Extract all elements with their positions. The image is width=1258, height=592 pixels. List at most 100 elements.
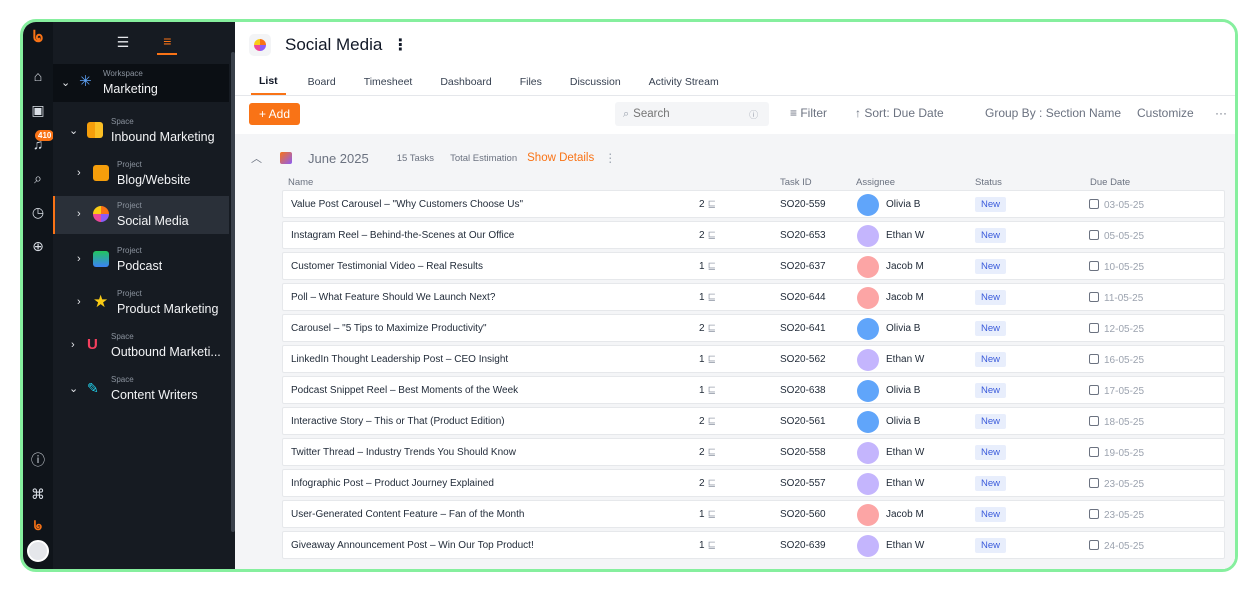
sidebar-item-workspace[interactable]: ⌄ ✳ Workspace Marketing	[53, 64, 229, 102]
status-badge[interactable]: New	[975, 445, 1007, 460]
tab-discussion[interactable]: Discussion	[570, 76, 621, 95]
add-circle-icon[interactable]: ⊕	[28, 236, 48, 256]
due-date[interactable]: 19-05-25	[1089, 447, 1144, 459]
task-name[interactable]: Interactive Story – This or That (Produc…	[291, 416, 505, 427]
col-due-date[interactable]: Due Date	[1090, 177, 1130, 188]
tab-timesheet[interactable]: Timesheet	[364, 76, 413, 95]
sidebar-item-product-marketing[interactable]: › ★ Project Product Marketing	[53, 284, 229, 322]
more-options-icon[interactable]: ⋮	[392, 35, 408, 55]
command-icon[interactable]: ⌘	[28, 484, 48, 504]
due-date[interactable]: 23-05-25	[1089, 478, 1144, 490]
task-name[interactable]: Giveaway Announcement Post – Win Our Top…	[291, 540, 534, 551]
due-date[interactable]: 18-05-25	[1089, 416, 1144, 428]
tab-list[interactable]: List	[251, 75, 286, 95]
task-name[interactable]: Instagram Reel – Behind-the-Scenes at Ou…	[291, 230, 514, 241]
task-name[interactable]: Customer Testimonial Video – Real Result…	[291, 261, 483, 272]
task-name[interactable]: Podcast Snippet Reel – Best Moments of t…	[291, 385, 518, 396]
due-date[interactable]: 12-05-25	[1089, 323, 1144, 335]
status-badge[interactable]: New	[975, 290, 1007, 305]
chevron-right-icon[interactable]: ›	[77, 167, 81, 179]
table-row[interactable]: Value Post Carousel – "Why Customers Cho…	[282, 190, 1225, 218]
due-date[interactable]: 17-05-25	[1089, 385, 1144, 397]
due-date[interactable]: 03-05-25	[1089, 199, 1144, 211]
table-row[interactable]: LinkedIn Thought Leadership Post – CEO I…	[282, 345, 1225, 373]
tab-board[interactable]: Board	[308, 76, 336, 95]
table-row[interactable]: Carousel – "5 Tips to Maximize Productiv…	[282, 314, 1225, 342]
table-row[interactable]: Interactive Story – This or That (Produc…	[282, 407, 1225, 435]
task-name[interactable]: Infographic Post – Product Journey Expla…	[291, 478, 494, 489]
table-row[interactable]: Twitter Thread – Industry Trends You Sho…	[282, 438, 1225, 466]
sidebar-item-content-writers[interactable]: ⌄ ✎ Space Content Writers	[53, 370, 229, 408]
due-date[interactable]: 24-05-25	[1089, 540, 1144, 552]
sidebar-item-blog-website[interactable]: › Project Blog/Website	[53, 155, 229, 193]
due-date[interactable]: 16-05-25	[1089, 354, 1144, 366]
sidebar-item-outbound-marketing[interactable]: › U Space Outbound Marketi...	[53, 327, 229, 365]
status-badge[interactable]: New	[975, 476, 1007, 491]
col-status[interactable]: Status	[975, 177, 1002, 188]
chevron-right-icon[interactable]: ›	[77, 253, 81, 265]
help-icon[interactable]: ⓘ	[28, 450, 48, 470]
user-avatar[interactable]	[27, 540, 49, 562]
assignee-avatar[interactable]	[857, 349, 879, 371]
status-badge[interactable]: New	[975, 507, 1007, 522]
chevron-down-icon[interactable]: ⌄	[61, 76, 70, 89]
home-icon[interactable]: ⌂	[28, 66, 48, 86]
table-row[interactable]: User-Generated Content Feature – Fan of …	[282, 500, 1225, 528]
status-badge[interactable]: New	[975, 197, 1007, 212]
status-badge[interactable]: New	[975, 352, 1007, 367]
table-row[interactable]: Giveaway Announcement Post – Win Our Top…	[282, 531, 1225, 559]
customize-button[interactable]: Customize	[1137, 106, 1194, 120]
status-badge[interactable]: New	[975, 259, 1007, 274]
status-badge[interactable]: New	[975, 414, 1007, 429]
status-badge[interactable]: New	[975, 321, 1007, 336]
table-row[interactable]: Podcast Snippet Reel – Best Moments of t…	[282, 376, 1225, 404]
info-icon[interactable]: ⓘ	[749, 108, 758, 121]
search-icon[interactable]: ⌕	[28, 168, 48, 188]
tab-dashboard[interactable]: Dashboard	[440, 76, 491, 95]
col-task-id[interactable]: Task ID	[780, 177, 812, 188]
assignee-avatar[interactable]	[857, 194, 879, 216]
tab-files[interactable]: Files	[520, 76, 542, 95]
task-name[interactable]: Value Post Carousel – "Why Customers Cho…	[291, 199, 523, 210]
more-horizontal-icon[interactable]: ···	[1215, 106, 1227, 120]
status-badge[interactable]: New	[975, 228, 1007, 243]
assignee-avatar[interactable]	[857, 535, 879, 557]
chevron-right-icon[interactable]: ›	[71, 339, 75, 351]
assignee-avatar[interactable]	[857, 256, 879, 278]
add-button[interactable]: + Add	[249, 103, 301, 125]
assignee-avatar[interactable]	[857, 411, 879, 433]
assignee-avatar[interactable]	[857, 442, 879, 464]
assignee-avatar[interactable]	[857, 504, 879, 526]
task-name[interactable]: User-Generated Content Feature – Fan of …	[291, 509, 524, 520]
due-date[interactable]: 11-05-25	[1089, 292, 1143, 304]
chevron-down-icon[interactable]: ⌄	[69, 382, 78, 395]
chevron-right-icon[interactable]: ›	[77, 208, 81, 220]
table-row[interactable]: Infographic Post – Product Journey Expla…	[282, 469, 1225, 497]
task-name[interactable]: Poll – What Feature Should We Launch Nex…	[291, 292, 495, 303]
app-logo-icon[interactable]: ᖚ	[28, 28, 48, 48]
task-name[interactable]: LinkedIn Thought Leadership Post – CEO I…	[291, 354, 508, 365]
status-badge[interactable]: New	[975, 538, 1007, 553]
tab-activity-stream[interactable]: Activity Stream	[649, 76, 719, 95]
tree-view-icon[interactable]: ≡	[157, 29, 178, 55]
due-date[interactable]: 05-05-25	[1089, 230, 1144, 242]
table-row[interactable]: Instagram Reel – Behind-the-Scenes at Ou…	[282, 221, 1225, 249]
status-badge[interactable]: New	[975, 383, 1007, 398]
list-view-icon[interactable]: ☰	[111, 30, 136, 55]
assignee-avatar[interactable]	[857, 287, 879, 309]
sidebar-item-inbound-marketing[interactable]: ⌄ Space Inbound Marketing	[53, 112, 229, 150]
due-date[interactable]: 23-05-25	[1089, 509, 1144, 521]
section-options-icon[interactable]: ⋮	[604, 151, 616, 165]
group-by-button[interactable]: Group By : Section Name	[985, 106, 1121, 120]
filter-button[interactable]: ≡ Filter	[790, 106, 827, 120]
task-name[interactable]: Twitter Thread – Industry Trends You Sho…	[291, 447, 516, 458]
chevron-right-icon[interactable]: ›	[77, 296, 81, 308]
sidebar-item-social-media[interactable]: › Project Social Media	[53, 196, 229, 234]
col-assignee[interactable]: Assignee	[856, 177, 895, 188]
sort-button[interactable]: ↑ Sort: Due Date	[855, 106, 944, 120]
assignee-avatar[interactable]	[857, 473, 879, 495]
assignee-avatar[interactable]	[857, 318, 879, 340]
briefcase-icon[interactable]: ▣	[28, 100, 48, 120]
col-name[interactable]: Name	[288, 177, 313, 188]
chevron-down-icon[interactable]: ⌄	[69, 124, 78, 137]
